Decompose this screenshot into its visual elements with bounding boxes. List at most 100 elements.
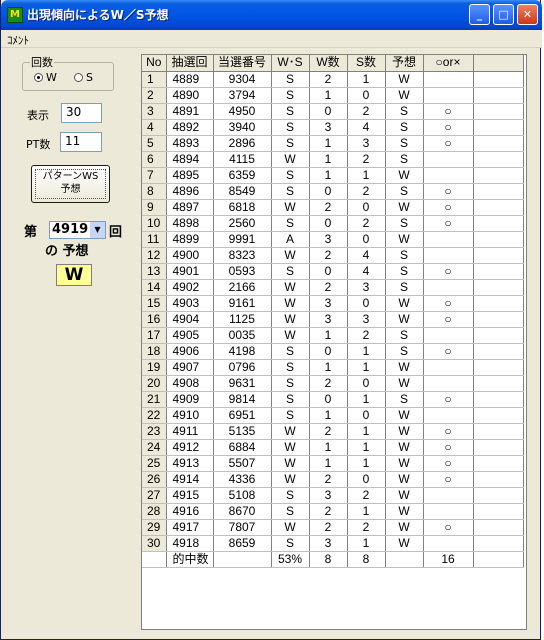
table-row[interactable]: 23 4911 5135 W 2 1 W ○ (142, 423, 524, 440)
table-cell[interactable]: 9991 (213, 231, 272, 248)
row-number[interactable]: 27 (142, 487, 167, 504)
minimize-button[interactable]: _ (469, 4, 490, 25)
table-cell[interactable]: W (385, 71, 424, 88)
table-cell[interactable]: S (385, 103, 424, 120)
row-number[interactable]: 23 (142, 423, 167, 440)
table-cell[interactable]: 3 (309, 535, 348, 552)
column-header[interactable]: S数 (347, 55, 386, 72)
table-cell[interactable]: W (385, 439, 424, 456)
table-cell[interactable]: 1 (347, 503, 386, 520)
row-number[interactable]: 5 (142, 135, 167, 152)
display-input[interactable]: 30 (61, 103, 102, 123)
table-cell[interactable] (423, 327, 474, 344)
table-cell[interactable]: S (271, 71, 310, 88)
table-cell[interactable]: 0 (347, 407, 386, 424)
table-cell[interactable]: 2 (347, 183, 386, 200)
table-cell[interactable]: 2 (347, 327, 386, 344)
table-cell[interactable] (423, 407, 474, 424)
table-cell[interactable]: ○ (423, 199, 474, 216)
table-cell[interactable]: 4904 (166, 311, 214, 328)
table-cell[interactable]: ○ (423, 455, 474, 472)
column-header[interactable]: No (142, 55, 167, 72)
table-cell[interactable] (423, 359, 474, 376)
table-cell[interactable]: ○ (423, 119, 474, 136)
table-cell[interactable]: 3 (309, 311, 348, 328)
row-number[interactable]: 14 (142, 279, 167, 296)
table-row[interactable]: 9 4897 6818 W 2 0 W ○ (142, 199, 524, 216)
table-cell[interactable]: S (385, 343, 424, 360)
table-cell[interactable]: W (385, 231, 424, 248)
table-cell[interactable]: 1 (347, 439, 386, 456)
table-row[interactable]: 16 4904 1125 W 3 3 W ○ (142, 311, 524, 328)
table-cell[interactable]: 2 (309, 375, 348, 392)
table-cell[interactable]: 1 (347, 71, 386, 88)
table-cell[interactable]: W (385, 487, 424, 504)
table-cell[interactable]: 7807 (213, 519, 272, 536)
table-cell[interactable]: W (385, 519, 424, 536)
pt-input[interactable]: 11 (60, 132, 102, 152)
table-cell[interactable]: 2 (309, 471, 348, 488)
row-number[interactable]: 1 (142, 71, 167, 88)
table-cell[interactable]: W (385, 455, 424, 472)
table-row[interactable]: 24 4912 6884 W 1 1 W ○ (142, 439, 524, 456)
table-cell[interactable]: 0 (347, 87, 386, 104)
table-cell[interactable]: 4892 (166, 119, 214, 136)
row-number[interactable]: 26 (142, 471, 167, 488)
close-button[interactable]: ✕ (517, 4, 538, 25)
table-cell[interactable]: S (385, 119, 424, 136)
table-cell[interactable]: 4 (347, 263, 386, 280)
table-cell[interactable]: S (385, 263, 424, 280)
row-number[interactable]: 25 (142, 455, 167, 472)
table-cell[interactable]: 4895 (166, 167, 214, 184)
table-cell[interactable]: ○ (423, 519, 474, 536)
table-cell[interactable]: 1 (309, 87, 348, 104)
table-row[interactable]: 29 4917 7807 W 2 2 W ○ (142, 519, 524, 536)
table-cell[interactable]: 1 (347, 167, 386, 184)
table-cell[interactable]: 2 (309, 503, 348, 520)
table-cell[interactable]: 2 (347, 519, 386, 536)
table-row[interactable]: 20 4908 9631 S 2 0 W (142, 375, 524, 392)
table-cell[interactable]: S (271, 375, 310, 392)
table-cell[interactable]: 8670 (213, 503, 272, 520)
table-cell[interactable]: W (385, 199, 424, 216)
table-cell[interactable]: 5135 (213, 423, 272, 440)
table-cell[interactable]: W (385, 167, 424, 184)
table-cell[interactable]: 1 (309, 151, 348, 168)
table-cell[interactable]: S (271, 183, 310, 200)
table-cell[interactable]: W (271, 439, 310, 456)
round-combo[interactable]: 4919 ▼ (49, 221, 106, 239)
table-cell[interactable]: 4909 (166, 391, 214, 408)
radio-w[interactable]: W (34, 71, 57, 84)
table-cell[interactable]: 4 (347, 119, 386, 136)
table-row[interactable]: 26 4914 4336 W 2 0 W ○ (142, 471, 524, 488)
maximize-button[interactable]: □ (493, 4, 514, 25)
table-cell[interactable] (423, 247, 474, 264)
table-cell[interactable]: 0 (347, 295, 386, 312)
table-cell[interactable]: 4917 (166, 519, 214, 536)
table-cell[interactable]: 3794 (213, 87, 272, 104)
table-cell[interactable]: 4894 (166, 151, 214, 168)
table-cell[interactable]: 4910 (166, 407, 214, 424)
table-cell[interactable]: 3940 (213, 119, 272, 136)
table-cell[interactable]: S (271, 503, 310, 520)
table-row[interactable]: 7 4895 6359 S 1 1 W (142, 167, 524, 184)
table-cell[interactable]: 1 (347, 359, 386, 376)
table-cell[interactable]: W (271, 519, 310, 536)
table-cell[interactable]: S (271, 215, 310, 232)
table-cell[interactable] (423, 71, 474, 88)
table-row[interactable]: 17 4905 0035 W 1 2 S (142, 327, 524, 344)
table-row[interactable]: 19 4907 0796 S 1 1 W (142, 359, 524, 376)
table-cell[interactable]: 4908 (166, 375, 214, 392)
row-number[interactable]: 2 (142, 87, 167, 104)
table-row[interactable]: 10 4898 2560 S 0 2 S ○ (142, 215, 524, 232)
table-cell[interactable]: A (271, 231, 310, 248)
table-cell[interactable]: 0 (309, 263, 348, 280)
row-number[interactable]: 17 (142, 327, 167, 344)
table-cell[interactable]: 4898 (166, 215, 214, 232)
table-row[interactable]: 21 4909 9814 S 0 1 S ○ (142, 391, 524, 408)
table-cell[interactable]: 3 (309, 119, 348, 136)
row-number[interactable]: 13 (142, 263, 167, 280)
results-grid[interactable]: No 抽選回 当選番号 W･S W数 S数 予想 ○or× 1 4889 9304 S 2 1 W 2 489… (141, 54, 527, 630)
table-cell[interactable]: S (385, 247, 424, 264)
table-cell[interactable]: S (385, 215, 424, 232)
